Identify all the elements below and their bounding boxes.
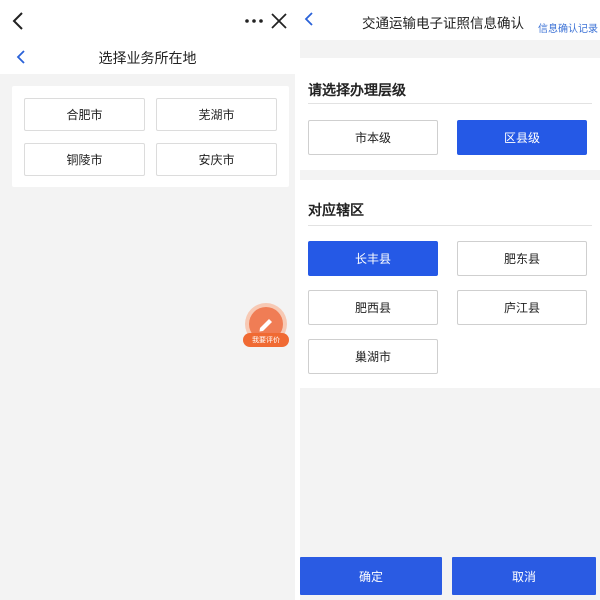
district-option-lujiang[interactable]: 庐江县 bbox=[457, 290, 587, 325]
city-button-anqing[interactable]: 安庆市 bbox=[156, 143, 277, 176]
level-section: 请选择办理层级 市本级 区县级 bbox=[300, 58, 600, 170]
more-icon[interactable] bbox=[243, 10, 265, 32]
page-title: 选择业务所在地 bbox=[98, 51, 197, 67]
district-section: 对应辖区 长丰县 肥东县 肥西县 庐江县 巢湖市 bbox=[300, 180, 600, 388]
feedback-label: 我要评价 bbox=[243, 333, 289, 347]
page-header: 交通运输电子证照信息确认 信息确认记录 bbox=[300, 0, 600, 40]
page-title: 交通运输电子证照信息确认 bbox=[362, 16, 524, 32]
records-link[interactable]: 信息确认记录 bbox=[538, 20, 598, 35]
section-rule bbox=[308, 225, 592, 226]
section-rule bbox=[308, 103, 592, 104]
level-option-district[interactable]: 区县级 bbox=[457, 120, 587, 155]
city-button-wuhu[interactable]: 芜湖市 bbox=[156, 98, 277, 131]
district-option-chaohu[interactable]: 巢湖市 bbox=[308, 339, 438, 374]
right-panel: 交通运输电子证照信息确认 信息确认记录 请选择办理层级 市本级 区县级 对应辖区… bbox=[300, 0, 600, 600]
cancel-button[interactable]: 取消 bbox=[452, 557, 596, 595]
confirm-button[interactable]: 确定 bbox=[300, 557, 442, 595]
back-icon[interactable] bbox=[302, 10, 316, 28]
level-option-city[interactable]: 市本级 bbox=[308, 120, 438, 155]
district-option-changfeng[interactable]: 长丰县 bbox=[308, 241, 438, 276]
left-panel: 选择业务所在地 合肥市 芜湖市 铜陵市 安庆市 我要评价 bbox=[0, 0, 295, 600]
city-card: 合肥市 芜湖市 铜陵市 安庆市 bbox=[12, 86, 289, 187]
page-header: 选择业务所在地 bbox=[0, 42, 295, 74]
city-button-hefei[interactable]: 合肥市 bbox=[24, 98, 145, 131]
district-option-feixi[interactable]: 肥西县 bbox=[308, 290, 438, 325]
close-icon[interactable] bbox=[268, 10, 290, 32]
browser-top-bar bbox=[0, 0, 295, 42]
feedback-button[interactable]: 我要评价 bbox=[243, 303, 289, 349]
district-heading: 对应辖区 bbox=[308, 203, 364, 219]
back-icon[interactable] bbox=[8, 9, 30, 33]
level-heading: 请选择办理层级 bbox=[308, 83, 406, 99]
city-button-tongling[interactable]: 铜陵市 bbox=[24, 143, 145, 176]
district-option-feidong[interactable]: 肥东县 bbox=[457, 241, 587, 276]
